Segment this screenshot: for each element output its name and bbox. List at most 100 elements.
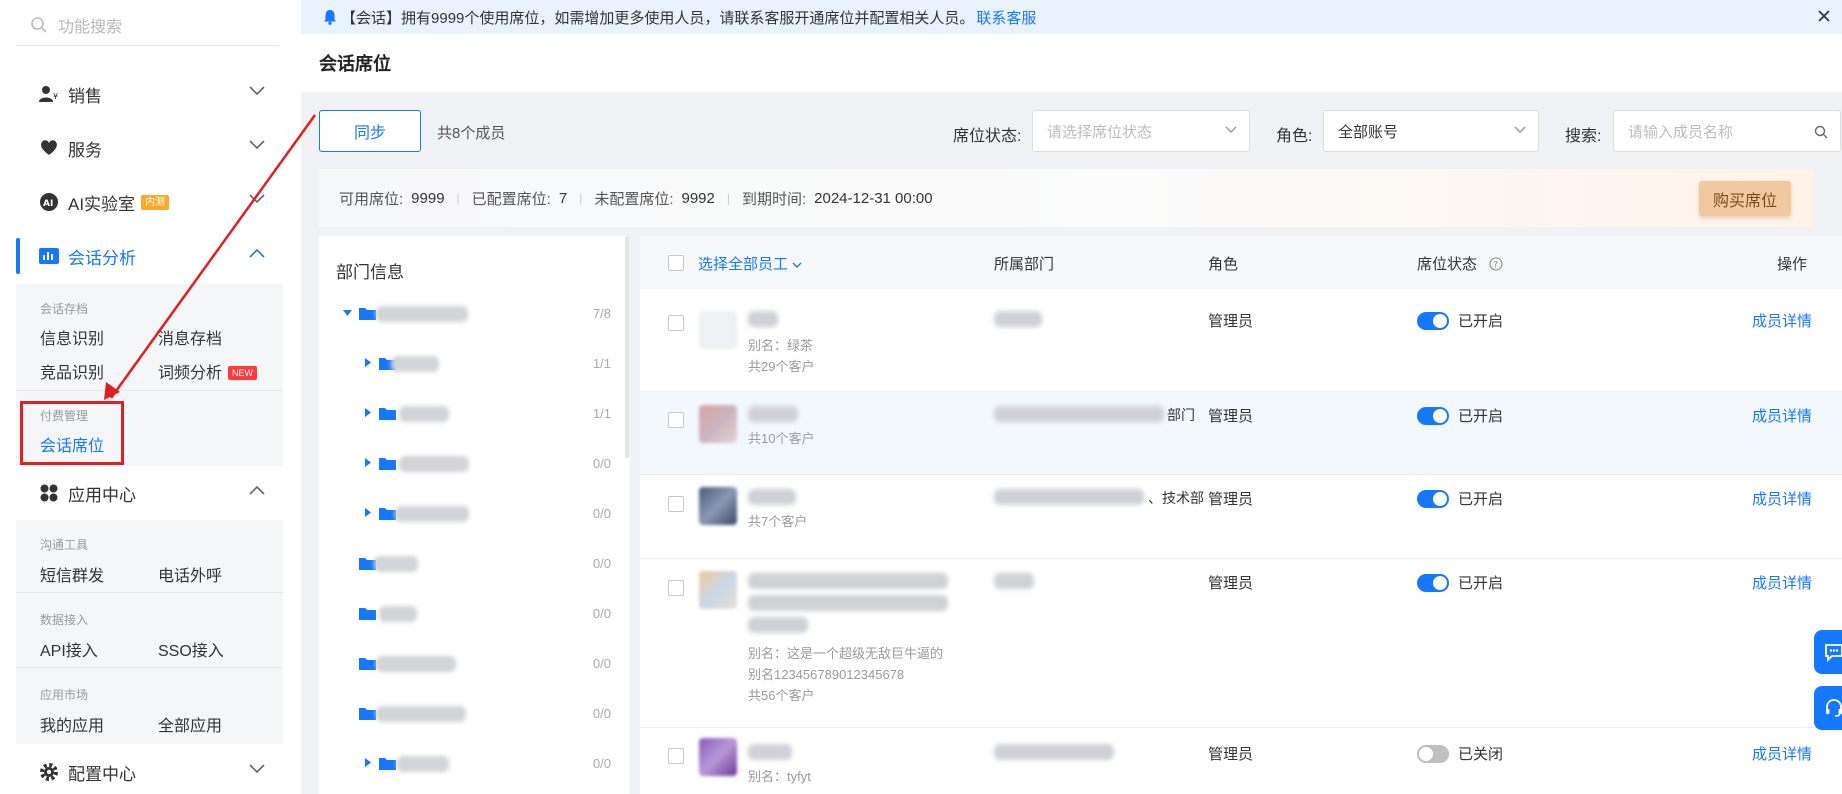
link-my-apps[interactable]: 我的应用 [40,712,104,736]
chat-float-button[interactable] [1814,630,1842,674]
link-phone-call[interactable]: 电话外呼 [158,562,222,586]
chat-icon [1825,644,1842,662]
select-all-label: 选择全部员工 [698,256,789,273]
notice-text: 拥有9999个使用席位，如需增加更多使用人员，请联系客服开通席位并配置相关人员。 [401,9,975,27]
table-row: 别名：tyfyt 管理员 已关闭 成员详情 [640,728,1842,794]
group-title-archive: 会话存档 [40,302,89,316]
blurred-member-name [748,573,948,589]
member-alias-cont: 别名123456789012345678 [748,667,905,682]
table-row: 别名：这是一个超级无敌巨牛逼的 别名123456789012345678 共56… [640,559,1842,728]
support-float-button[interactable] [1814,686,1842,730]
internal-test-badge: 内测 [141,194,170,210]
row-checkbox[interactable] [668,748,684,764]
close-icon[interactable] [1816,8,1832,24]
new-badge: NEW [228,366,258,380]
seat-toggle[interactable] [1417,490,1449,508]
member-detail-link[interactable]: 成员详情 [1752,572,1812,593]
link-info-recognition[interactable]: 信息识别 [40,325,104,349]
row-checkbox[interactable] [668,412,684,428]
user-icon: ¥ [38,83,60,105]
seat-status-text: 已开启 [1458,491,1504,508]
chevron-down-icon [1225,126,1237,133]
caret-right-icon [365,408,371,417]
member-detail-link[interactable]: 成员详情 [1752,743,1812,764]
configured-value: 7 [558,189,568,207]
expire-value: 2024-12-31 00:00 [814,189,933,207]
member-search-placeholder: 请输入成员名称 [1628,123,1734,141]
link-all-apps[interactable]: 全部应用 [158,712,222,736]
blurred-name [397,756,449,772]
folder-icon [359,658,376,670]
seat-toggle[interactable] [1417,745,1449,763]
member-role: 管理员 [1208,491,1254,508]
member-search-input[interactable]: 请输入成员名称 [1613,110,1841,152]
dept-tree-node[interactable]: 0/0 [319,549,619,579]
help-icon[interactable]: ? [1489,257,1503,271]
blurred-name [376,306,468,322]
dept-tree-node[interactable]: 0/0 [319,699,619,729]
scrollbar[interactable] [625,236,629,458]
seat-toggle[interactable] [1417,407,1449,425]
select-all-employees-dropdown[interactable]: 选择全部员工 [698,253,802,274]
header-role: 角色 [1208,256,1239,273]
bell-icon [324,10,336,25]
row-checkbox[interactable] [668,580,684,596]
seat-toggle[interactable] [1417,574,1449,592]
notice-prefix: 【会话】 [341,9,402,27]
buy-seats-button[interactable]: 购买席位 [1699,181,1791,216]
member-detail-link[interactable]: 成员详情 [1752,488,1812,509]
heart-hand-icon [38,137,60,159]
svg-text:?: ? [1493,261,1498,271]
dept-count: 1/1 [592,406,611,421]
dept-tree-node[interactable]: 0/0 [319,499,619,529]
dept-tree-node[interactable]: 0/0 [319,599,619,629]
blurred-name [376,706,466,722]
seat-status-text: 已开启 [1458,313,1504,330]
nav-sales[interactable]: ¥ 销售 [16,68,279,120]
link-api[interactable]: API接入 [40,637,98,661]
link-word-frequency[interactable]: 词频分析 NEW [158,359,258,383]
seat-status-select[interactable]: 请选择席位状态 [1032,110,1250,152]
avatar [699,487,737,525]
separator: | [456,191,460,205]
dept-tree-node[interactable]: 0/0 [319,649,619,679]
dept-tree-node[interactable]: 0/0 [319,749,619,779]
folder-icon [359,608,376,620]
nav-service[interactable]: 服务 [16,122,279,174]
search-icon[interactable] [1814,125,1828,139]
dept-tree-node[interactable]: 1/1 [319,399,619,429]
blurred-department [994,406,1164,422]
folder-icon [379,408,396,420]
annotation-highlight-box [20,401,124,465]
seat-stats-bar: 可用席位: 9999 | 已配置席位: 7 | 未配置席位: 9992 | 到期… [319,169,1813,227]
role-select[interactable]: 全部账号 [1323,110,1539,152]
nav-app-center[interactable]: 应用中心 [16,467,279,519]
header-action: 操作 [1777,256,1808,273]
link-message-archive[interactable]: 消息存档 [158,325,222,349]
nav-config-center[interactable]: 配置中心 [16,746,279,794]
link-sms-group[interactable]: 短信群发 [40,562,104,586]
caret-right-icon [365,758,371,767]
dept-tree-node[interactable]: 0/0 [319,449,619,479]
member-detail-link[interactable]: 成员详情 [1752,405,1812,426]
blurred-member-name [748,311,778,327]
dept-tree-node[interactable]: 7/8 [319,299,619,329]
row-checkbox[interactable] [668,315,684,331]
sync-button[interactable]: 同步 [319,110,421,152]
contact-support-link[interactable]: 联系客服 [976,7,1036,28]
row-checkbox[interactable] [668,496,684,512]
chevron-down-icon [249,194,265,204]
chart-icon [38,245,60,267]
header-seat-status-label: 席位状态 [1417,256,1478,273]
nav-ai-lab[interactable]: AI AI实验室 内测 [16,176,279,228]
nav-session-analysis[interactable]: 会话分析 [16,230,279,282]
unconfigured-value: 9992 [681,189,715,207]
function-search-input[interactable]: 功能搜索 [16,4,279,46]
member-detail-link[interactable]: 成员详情 [1752,310,1812,331]
link-sso[interactable]: SSO接入 [158,637,224,661]
select-all-checkbox[interactable] [668,255,684,271]
table-row: 别名：绿茶 共29个客户 管理员 已开启 成员详情 [640,289,1842,392]
dept-tree-node[interactable]: 1/1 [319,349,619,379]
seat-toggle[interactable] [1417,312,1449,330]
link-competitor-recognition[interactable]: 竞品识别 [40,359,104,383]
